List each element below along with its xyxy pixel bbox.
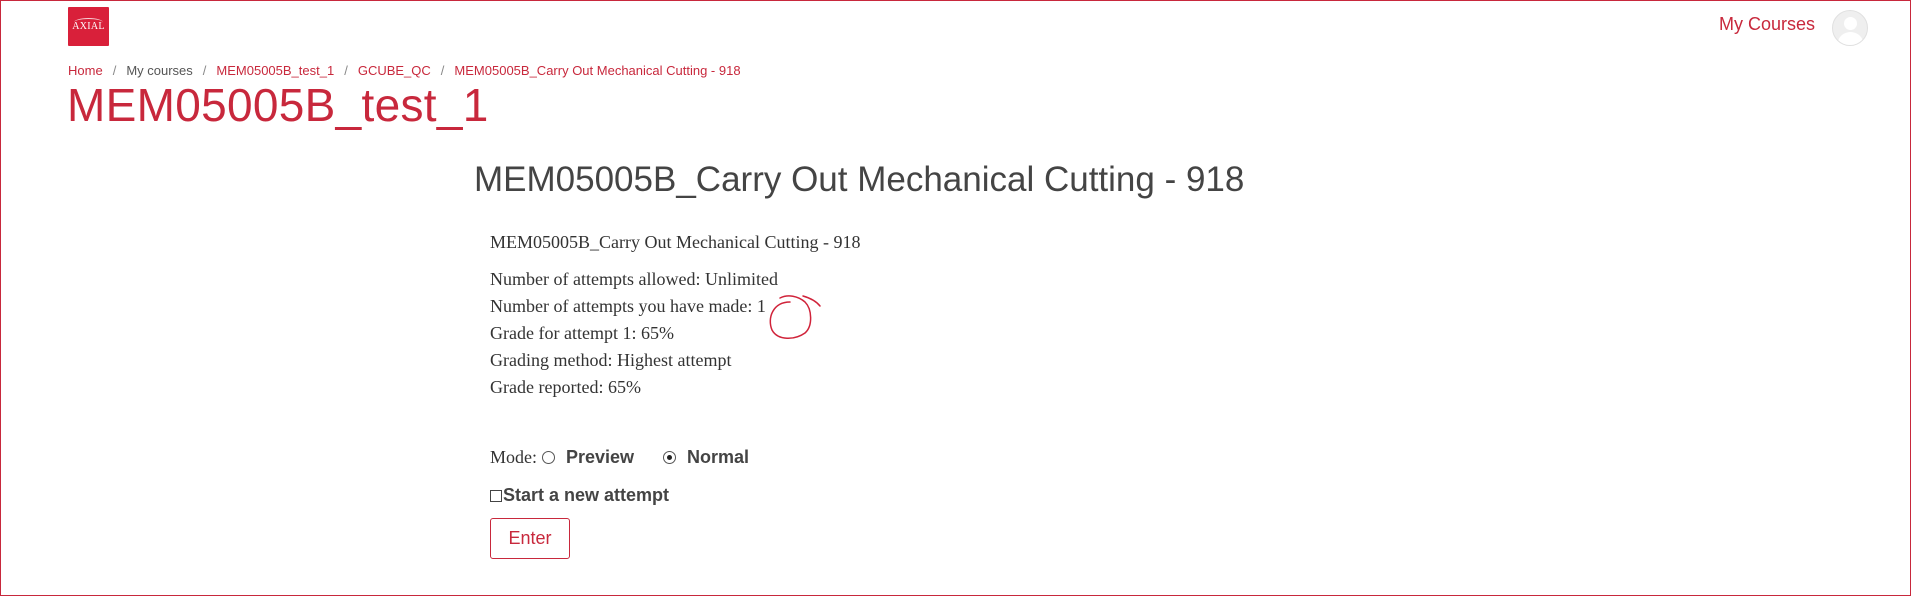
- breadcrumb-home[interactable]: Home: [68, 63, 103, 78]
- breadcrumb-separator: /: [202, 63, 207, 78]
- breadcrumb-separator: /: [344, 63, 348, 78]
- grade-attempt-1: Grade for attempt 1: 65%: [490, 323, 674, 343]
- breadcrumb-my-courses: My courses: [126, 63, 193, 78]
- nav-my-courses-link[interactable]: My Courses: [1719, 14, 1815, 35]
- preview-radio[interactable]: [542, 451, 555, 464]
- breadcrumb-separator: /: [112, 63, 117, 78]
- enter-button[interactable]: Enter: [490, 518, 570, 559]
- breadcrumb-separator: /: [440, 63, 445, 78]
- breadcrumb: Home / My courses / MEM05005B_test_1 / G…: [68, 63, 741, 78]
- course-title: MEM05005B_test_1: [67, 79, 489, 131]
- activity-name: MEM05005B_Carry Out Mechanical Cutting -…: [490, 232, 861, 252]
- breadcrumb-course[interactable]: MEM05005B_test_1: [216, 63, 334, 78]
- preview-radio-label[interactable]: Preview: [566, 447, 634, 468]
- grading-method: Grading method: Highest attempt: [490, 350, 732, 370]
- logo-text: AXIAL: [72, 21, 105, 32]
- start-new-attempt-label[interactable]: Start a new attempt: [503, 485, 669, 506]
- grade-reported: Grade reported: 65%: [490, 377, 641, 397]
- breadcrumb-section[interactable]: GCUBE_QC: [358, 63, 431, 78]
- attempts-allowed: Number of attempts allowed: Unlimited: [490, 269, 778, 289]
- mode-label: Mode:: [490, 447, 537, 467]
- normal-radio[interactable]: [663, 451, 677, 464]
- activity-title: MEM05005B_Carry Out Mechanical Cutting -…: [474, 160, 1245, 199]
- site-logo[interactable]: AXIAL: [68, 7, 109, 46]
- attempts-made: Number of attempts you have made: 1: [490, 296, 766, 316]
- avatar-head-shape: [1844, 17, 1857, 30]
- normal-radio-label[interactable]: Normal: [687, 447, 749, 468]
- user-avatar[interactable]: [1832, 10, 1868, 46]
- attempt-info: MEM05005B_Carry Out Mechanical Cutting -…: [490, 232, 860, 401]
- start-new-attempt-option[interactable]: Start a new attempt: [490, 485, 669, 506]
- start-new-attempt-checkbox[interactable]: [490, 489, 502, 502]
- mode-selector: Mode: Preview Normal: [490, 447, 773, 468]
- avatar-body-shape: [1838, 32, 1863, 45]
- breadcrumb-activity[interactable]: MEM05005B_Carry Out Mechanical Cutting -…: [454, 63, 740, 78]
